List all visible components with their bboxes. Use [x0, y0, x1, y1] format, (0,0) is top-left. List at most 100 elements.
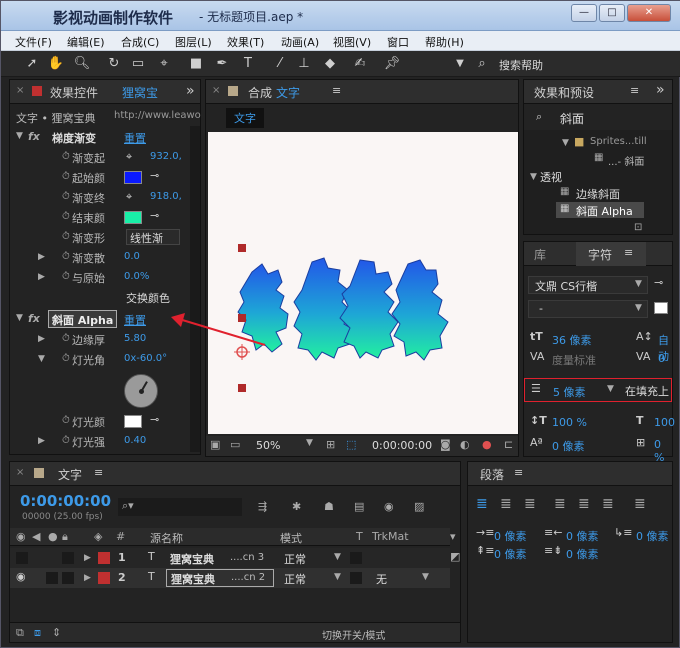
hand-tool-icon[interactable]: ✋ — [47, 56, 65, 72]
justify-last-left-icon[interactable]: ≣ — [554, 496, 566, 512]
eraser-tool-icon[interactable]: ◆ — [321, 56, 339, 72]
tab-character[interactable]: 字符 — [588, 246, 612, 263]
layer-name-box[interactable]: 狸窝宝典 ....cn 2 — [166, 569, 274, 587]
menu-animation[interactable]: 动画(A) — [281, 34, 319, 50]
tree-item[interactable]: 边缘斜面 — [576, 186, 620, 202]
stopwatch-icon[interactable]: ⏱ — [62, 211, 70, 222]
chevron-down-icon[interactable]: ▼ — [422, 572, 429, 582]
rectangle-tool-icon[interactable]: ■ — [187, 56, 205, 72]
stopwatch-icon[interactable]: ⏱ — [62, 191, 70, 202]
collapse-triangle-icon[interactable]: ▶ — [38, 436, 45, 446]
crosshair-icon[interactable]: ⌖ — [126, 190, 132, 204]
panel-menu-icon[interactable]: ≡ — [514, 466, 523, 479]
menu-view[interactable]: 视图(V) — [333, 34, 371, 50]
stroke-mode-dropdown[interactable]: 在填充上 — [625, 383, 669, 399]
fx-icon[interactable]: fx — [28, 130, 40, 143]
font-size-value[interactable]: 36 像素 — [552, 332, 592, 348]
comp-canvas[interactable] — [208, 132, 518, 434]
paragraph-tab[interactable]: 段落 — [480, 466, 504, 483]
align-left-icon[interactable]: ≣ — [476, 496, 488, 512]
preserve-transparency-toggle[interactable] — [350, 572, 362, 584]
eyedropper-icon[interactable]: ⊸ — [150, 413, 159, 426]
fx-icon[interactable]: fx — [28, 312, 40, 325]
end-color-swatch[interactable] — [124, 211, 142, 224]
zoom-dropdown-icon[interactable]: ▼ — [306, 438, 313, 448]
eyedropper-icon[interactable]: ⊸ — [150, 169, 159, 182]
stopwatch-icon[interactable]: ⏱ — [62, 271, 70, 282]
indent-first-value[interactable]: 0 像素 — [636, 528, 669, 544]
effects-search-input[interactable]: 斜面 — [560, 110, 584, 127]
font-family-dropdown[interactable]: 文鼎 CS行楷 ▼ — [528, 276, 648, 294]
stopwatch-icon[interactable]: ⏱ — [62, 151, 70, 162]
space-before-value[interactable]: 0 像素 — [494, 546, 527, 562]
prop-value[interactable]: 918.0, — [150, 191, 182, 202]
justify-all-icon[interactable]: ≣ — [634, 496, 646, 512]
menu-file[interactable]: 文件(F) — [15, 34, 52, 50]
lock-toggle[interactable] — [62, 552, 74, 564]
reset-link[interactable]: 重置 — [124, 130, 146, 146]
menu-composition[interactable]: 合成(C) — [121, 34, 159, 50]
composition-tab-name[interactable]: 文字 — [276, 84, 300, 101]
menu-layer[interactable]: 图层(L) — [175, 34, 212, 50]
tree-item[interactable]: 透视 — [540, 169, 562, 185]
comp-chip[interactable]: 文字 — [226, 108, 264, 128]
menu-window[interactable]: 窗口 — [387, 34, 409, 50]
panel-menu-icon[interactable]: ≡ — [624, 246, 633, 259]
video-toggle[interactable] — [16, 552, 28, 564]
new-folder-icon[interactable]: ⊡ — [634, 222, 642, 233]
zoom-level[interactable]: 50% — [256, 439, 280, 452]
tab-library[interactable]: 库 — [534, 246, 546, 263]
search-help-label[interactable]: 搜索帮助 — [499, 57, 543, 73]
more-tabs-icon[interactable]: » — [656, 82, 665, 98]
ramp-shape-dropdown[interactable]: 线性渐 — [126, 229, 180, 245]
roto-brush-tool-icon[interactable]: ✍ — [351, 56, 369, 72]
timeline-tab[interactable]: 文字 — [58, 466, 82, 483]
prop-value[interactable]: 5.80 — [124, 333, 146, 344]
stopwatch-icon[interactable]: ⏱ — [62, 333, 70, 344]
brush-tool-icon[interactable]: ⁄ — [271, 56, 289, 72]
grid-icon[interactable]: ⊞ — [326, 438, 335, 451]
col-source-name[interactable]: 源名称 — [150, 530, 183, 546]
justify-last-right-icon[interactable]: ≣ — [602, 496, 614, 512]
collapse-triangle-icon[interactable]: ▶ — [38, 272, 45, 282]
graph-editor-icon[interactable]: ▨ — [414, 500, 424, 513]
pan-behind-tool-icon[interactable]: ⌖ — [155, 56, 173, 72]
effects-presets-tab[interactable]: 效果和预设 — [534, 84, 594, 101]
type-tool-icon[interactable]: T — [239, 56, 257, 72]
space-after-value[interactable]: 0 像素 — [566, 546, 599, 562]
in-out-icon[interactable]: ⇕ — [52, 626, 61, 639]
tree-item[interactable]: Sprites...till — [590, 136, 647, 147]
layer-switches-icon[interactable]: ⧉ — [16, 626, 24, 640]
show-snapshot-icon[interactable]: ◐ — [460, 438, 470, 451]
puppet-pin-tool-icon[interactable]: 📌︎ — [383, 56, 401, 72]
stopwatch-icon[interactable]: ⏱ — [62, 171, 70, 182]
justify-last-center-icon[interactable]: ≣ — [578, 496, 590, 512]
light-angle-dial[interactable] — [124, 374, 158, 408]
overflow-icon[interactable]: ⊏ — [504, 438, 513, 451]
panel-menu-icon[interactable]: ≡ — [630, 84, 639, 97]
expand-triangle-icon[interactable]: ▼ — [38, 354, 45, 364]
transfer-controls-icon[interactable]: ⧈ — [34, 626, 41, 640]
stopwatch-icon[interactable]: ⏱ — [62, 435, 70, 446]
comment-icon[interactable]: ▾ — [450, 530, 456, 543]
clone-stamp-tool-icon[interactable]: ⊥ — [295, 56, 313, 72]
start-color-swatch[interactable] — [124, 171, 142, 184]
eyedropper-icon[interactable]: ⊸ — [150, 209, 159, 222]
collapse-triangle-icon[interactable]: ▶ — [38, 252, 45, 262]
draft-3d-icon[interactable]: ✱ — [292, 500, 301, 513]
menu-effect[interactable]: 效果(T) — [227, 34, 264, 50]
expand-triangle-icon[interactable]: ▼ — [16, 131, 23, 141]
panel-menu-icon[interactable]: ≡ — [94, 466, 103, 479]
vertical-scale-value[interactable]: 100 % — [552, 416, 587, 429]
minimize-button[interactable]: — — [571, 4, 597, 22]
timeline-timecode[interactable]: 0:00:00:00 — [20, 492, 111, 510]
lock-toggle[interactable] — [62, 572, 74, 584]
stroke-width-value[interactable]: 5 像素 — [553, 384, 586, 400]
indent-right-value[interactable]: 0 像素 — [566, 528, 599, 544]
chevron-down-icon[interactable]: ▼ — [334, 572, 341, 582]
composition-tab-prefix[interactable]: 合成 — [248, 84, 272, 101]
close-tab-icon[interactable]: × — [212, 85, 220, 96]
camera-tool-icon[interactable]: ▭ — [129, 56, 147, 72]
layer-name[interactable]: 狸窝宝典 — [171, 571, 215, 587]
close-tab-icon[interactable]: × — [16, 467, 24, 478]
